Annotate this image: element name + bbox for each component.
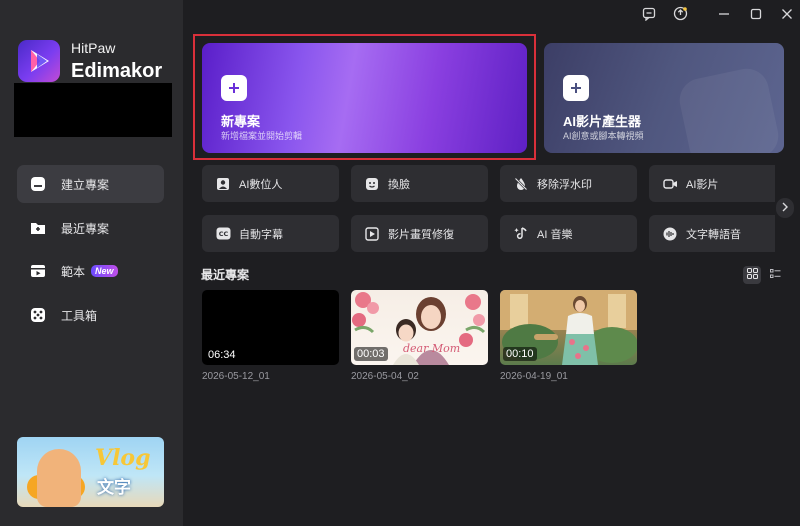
text-to-speech-icon (662, 226, 678, 242)
chevron-right-icon (781, 199, 789, 217)
svg-text:CC: CC (218, 230, 228, 238)
tool-ai-music[interactable]: AI 音樂 (500, 215, 637, 252)
sidebar-item-create-project[interactable]: 建立專案 (17, 165, 164, 203)
grid-view-icon (746, 266, 758, 284)
app-logo (18, 40, 60, 82)
feedback-button[interactable] (638, 6, 660, 26)
tool-face-swap[interactable]: 換臉 (351, 165, 488, 202)
sidebar-item-label: 建立專案 (61, 177, 110, 192)
project-name: 2026-04-19_01 (500, 371, 568, 382)
maximize-button[interactable] (745, 6, 767, 26)
maximize-icon (750, 7, 762, 25)
tool-label: 移除浮水印 (537, 178, 592, 191)
plus-icon (563, 75, 589, 101)
create-project-icon (29, 175, 47, 193)
tool-label: AI 音樂 (537, 228, 573, 241)
video-enhance-icon (364, 226, 380, 242)
ai-generator-subtitle: AI創意或腳本轉視頻 (563, 131, 644, 141)
upgrade-button[interactable] (669, 6, 691, 26)
ai-video-generator-card[interactable]: AI影片產生器 AI創意或腳本轉視頻 (544, 43, 784, 153)
tool-remove-watermark[interactable]: 移除浮水印 (500, 165, 637, 202)
close-icon (781, 7, 793, 25)
sidebar-item-label: 最近專案 (61, 221, 110, 236)
project-thumbnail[interactable]: dear Mom 00:03 (351, 290, 488, 365)
sidebar-item-toolbox[interactable]: 工具箱 (17, 296, 164, 334)
tool-label: AI數位人 (239, 178, 283, 191)
toolbox-icon (29, 306, 47, 324)
project-duration: 06:34 (208, 349, 236, 361)
template-icon (29, 262, 47, 280)
tool-text-to-speech[interactable]: 文字轉語音 (649, 215, 775, 252)
sidebar-item-label: 範本 (61, 264, 86, 279)
project-thumbnail[interactable]: 00:10 (500, 290, 637, 365)
recent-projects-heading: 最近專案 (201, 268, 250, 282)
project-name: 2026-05-12_01 (202, 371, 270, 382)
project-thumbnail-caption: dear Mom (403, 342, 461, 355)
tools-scroll-right-button[interactable] (776, 198, 794, 218)
ai-generator-title: AI影片產生器 (563, 114, 642, 129)
ai-music-icon (513, 226, 529, 242)
list-view-button[interactable] (766, 266, 784, 284)
promo-vlog-text: Vlog (95, 445, 151, 471)
sidebar-item-templates[interactable]: 範本 New (17, 252, 164, 290)
tool-auto-subtitle[interactable]: CC 自動字幕 (202, 215, 339, 252)
project-duration: 00:03 (354, 347, 388, 361)
tool-label: 文字轉語音 (686, 228, 741, 241)
new-badge: New (91, 265, 118, 277)
sidebar-item-recent-projects[interactable]: 最近專案 (17, 209, 164, 247)
minimize-button[interactable] (713, 6, 735, 26)
tool-ai-avatar[interactable]: AI數位人 (202, 165, 339, 202)
project-duration: 00:10 (503, 347, 537, 361)
tool-label: 自動字幕 (239, 228, 283, 241)
new-project-card[interactable]: 新專案 新增檔案並開始剪輯 (202, 43, 527, 153)
promo-banner[interactable]: Vlog 文字 (17, 437, 164, 507)
close-button[interactable] (776, 6, 798, 26)
feedback-icon (642, 7, 656, 26)
grid-view-button[interactable] (743, 266, 761, 284)
upgrade-icon (673, 6, 688, 26)
tool-label: AI影片 (686, 178, 719, 191)
ai-video-icon (662, 176, 678, 192)
promo-caption: 文字 (97, 478, 131, 497)
minimize-icon (718, 7, 730, 25)
recent-folder-icon (29, 219, 47, 237)
brand-name-line1: HitPaw (71, 40, 116, 56)
sidebar: HitPaw Edimakor 建立專案 最近專案 範本 New 工具箱 Vlo… (0, 0, 183, 526)
sidebar-item-label: 工具箱 (61, 308, 98, 323)
auto-subtitle-icon: CC (215, 226, 231, 242)
ai-avatar-icon (215, 176, 231, 192)
tool-label: 影片畫質修復 (388, 228, 454, 241)
new-project-subtitle: 新增檔案並開始剪輯 (221, 131, 303, 141)
list-view-icon (769, 266, 781, 284)
plus-icon (221, 75, 247, 101)
brand-name-line2: Edimakor (71, 60, 163, 82)
face-swap-icon (364, 176, 380, 192)
promo-child-image (37, 449, 81, 507)
tool-ai-video[interactable]: AI影片 (649, 165, 775, 202)
remove-watermark-icon (513, 176, 529, 192)
main-panel: 新專案 新增檔案並開始剪輯 AI影片產生器 AI創意或腳本轉視頻 AI數位人 換… (183, 0, 800, 526)
project-name: 2026-05-04_02 (351, 371, 419, 382)
tool-video-enhance[interactable]: 影片畫質修復 (351, 215, 488, 252)
tool-label: 換臉 (388, 178, 410, 191)
account-panel[interactable] (14, 83, 172, 137)
project-thumbnail[interactable]: 06:34 (202, 290, 339, 365)
new-project-title: 新專案 (221, 114, 261, 129)
video-play-deco-icon (675, 64, 783, 153)
